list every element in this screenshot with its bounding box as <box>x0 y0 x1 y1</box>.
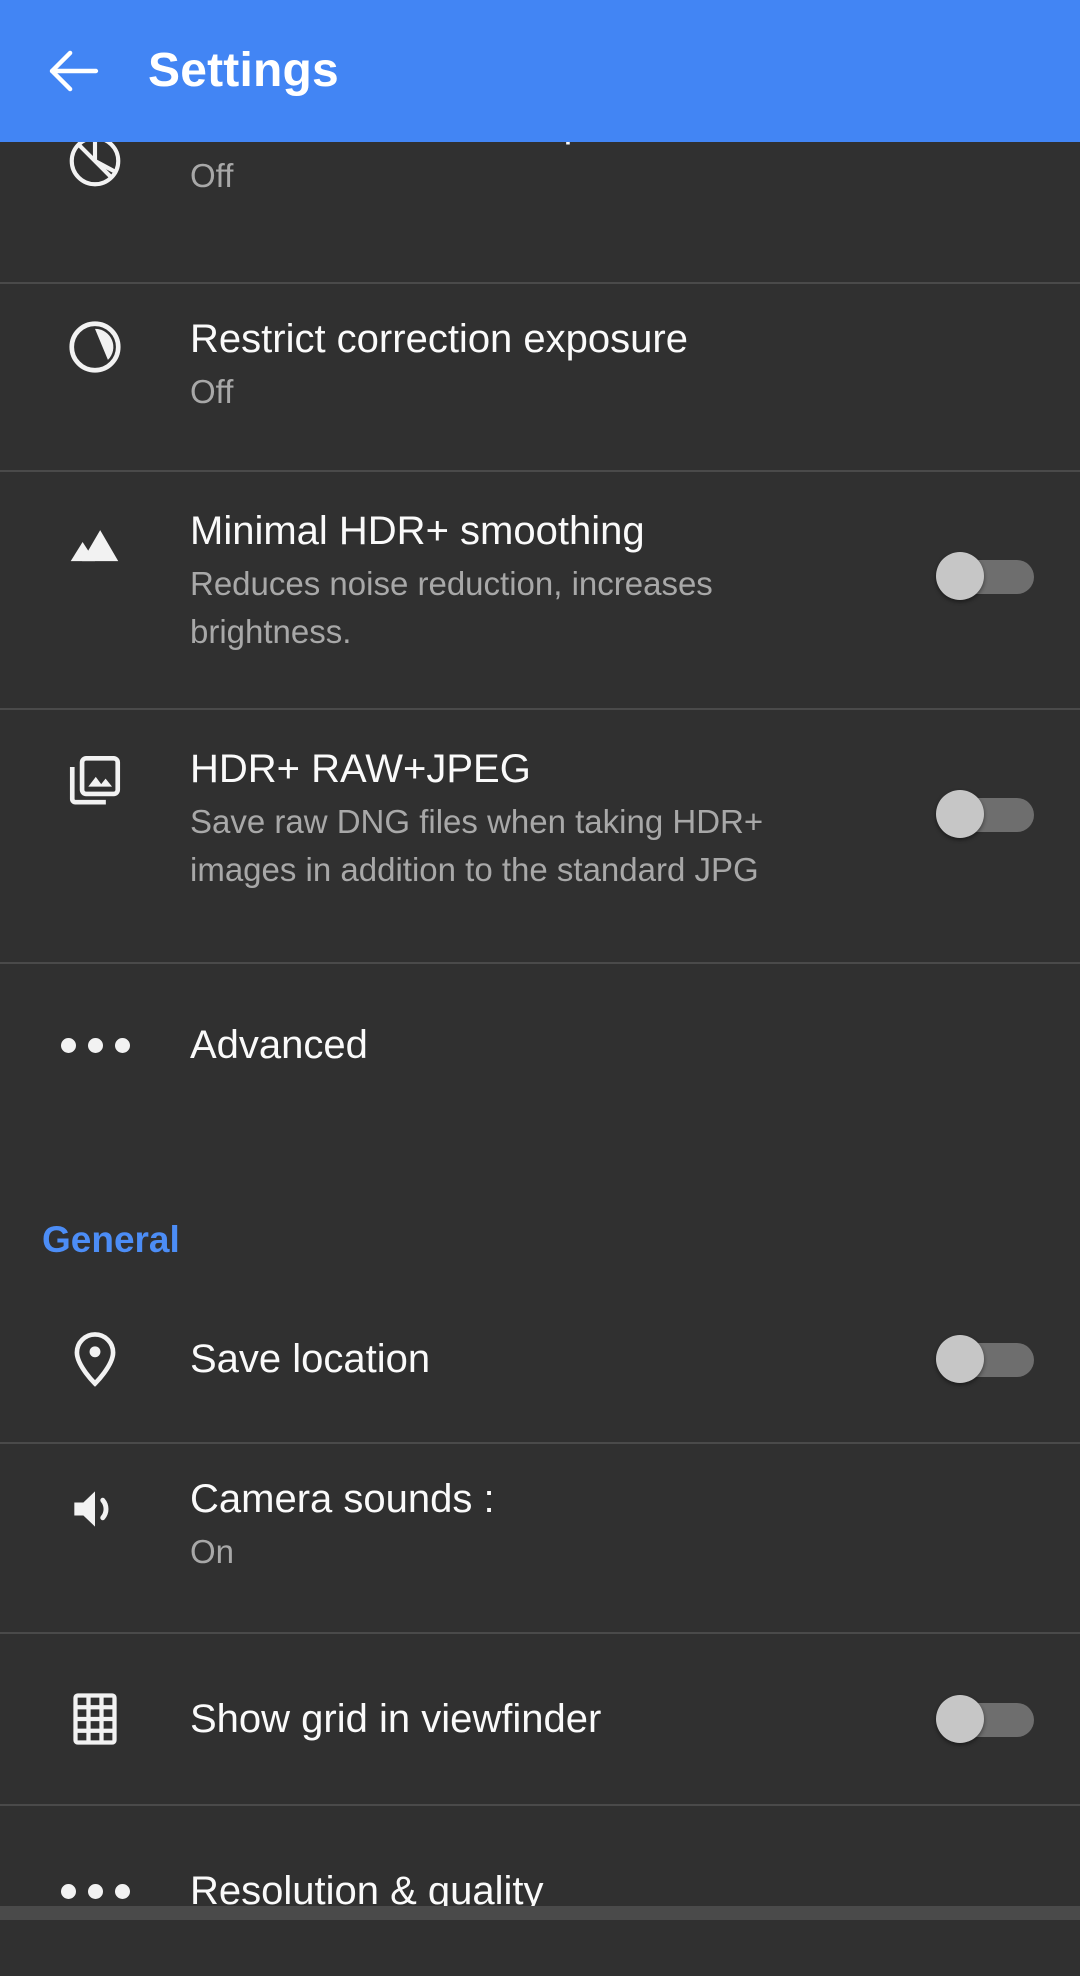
row-title: Save location <box>190 1332 870 1386</box>
exposure-pie-icon <box>0 312 190 470</box>
row-title: Restrict correction exposure <box>190 312 870 366</box>
settings-row-minimal-hdr-smoothing[interactable]: Minimal HDR+ smoothing Reduces noise red… <box>0 472 1080 708</box>
row-control[interactable] <box>890 1335 1080 1383</box>
settings-row-resolution-quality[interactable]: Resolution & quality <box>0 1806 1080 1976</box>
row-subtitle: Off <box>190 368 870 416</box>
settings-list[interactable]: Correction of auto-exposure HDR+ Off Res… <box>0 142 1080 1976</box>
row-title: Show grid in viewfinder <box>190 1692 870 1746</box>
toggle-minimal-hdr-smoothing[interactable] <box>936 552 1034 600</box>
row-title: Camera sounds : <box>190 1472 870 1526</box>
back-button[interactable] <box>26 23 122 119</box>
row-subtitle: Off <box>190 152 870 200</box>
row-title: HDR+ RAW+JPEG <box>190 742 870 796</box>
toggle-thumb <box>936 552 984 600</box>
volume-up-icon <box>0 1472 190 1632</box>
landscape-mountains-icon <box>0 504 190 708</box>
arrow-left-icon <box>43 40 105 102</box>
toggle-save-location[interactable] <box>936 1335 1034 1383</box>
row-title: Advanced <box>190 1018 870 1072</box>
row-control[interactable] <box>890 742 1080 838</box>
settings-row-save-location[interactable]: Save location <box>0 1276 1080 1442</box>
location-pin-icon <box>0 1276 190 1442</box>
app-bar: Settings <box>0 0 1080 142</box>
more-horizontal-icon <box>0 964 190 1126</box>
row-control[interactable] <box>890 1695 1080 1743</box>
navigation-bar-strip <box>0 1906 1080 1920</box>
section-header-general: General <box>0 1126 1080 1276</box>
settings-row-camera-sounds[interactable]: Camera sounds : On <box>0 1444 1080 1632</box>
section-label: General <box>42 1221 180 1276</box>
row-subtitle: Save raw DNG files when taking HDR+ imag… <box>190 798 870 894</box>
grid-icon <box>0 1634 190 1804</box>
more-horizontal-icon <box>0 1806 190 1976</box>
row-control[interactable] <box>890 504 1080 600</box>
settings-row-advanced[interactable]: Advanced <box>0 964 1080 1126</box>
page-title: Settings <box>148 47 339 95</box>
toggle-show-grid-viewfinder[interactable] <box>936 1695 1034 1743</box>
settings-row-restrict-correction-exposure[interactable]: Restrict correction exposure Off <box>0 284 1080 470</box>
toggle-thumb <box>936 790 984 838</box>
settings-row-show-grid-viewfinder[interactable]: Show grid in viewfinder <box>0 1634 1080 1804</box>
toggle-hdr-raw-jpeg[interactable] <box>936 790 1034 838</box>
row-title: Minimal HDR+ smoothing <box>190 504 870 558</box>
settings-row-hdr-raw-jpeg[interactable]: HDR+ RAW+JPEG Save raw DNG files when ta… <box>0 710 1080 962</box>
row-subtitle: On <box>190 1528 870 1576</box>
toggle-thumb <box>936 1695 984 1743</box>
photo-library-icon <box>0 742 190 962</box>
row-subtitle: Reduces noise reduction, increases brigh… <box>190 560 870 656</box>
toggle-thumb <box>936 1335 984 1383</box>
